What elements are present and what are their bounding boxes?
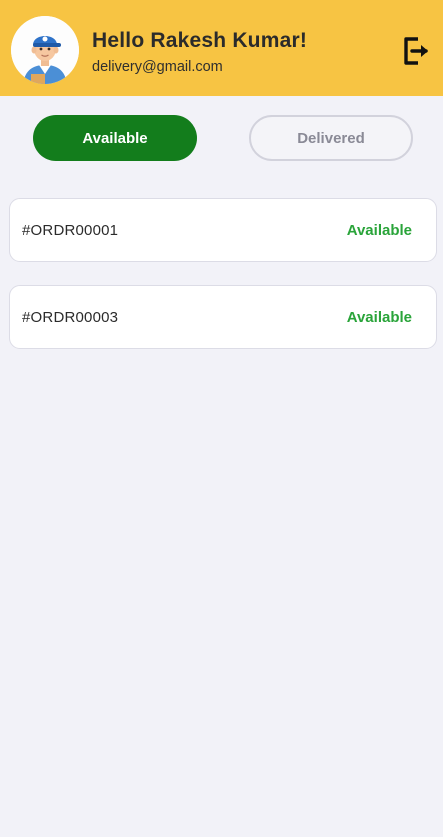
delivery-man-avatar-icon xyxy=(11,16,79,84)
tab-delivered[interactable]: Delivered xyxy=(249,115,413,161)
avatar xyxy=(11,16,79,84)
order-id: #ORDR00003 xyxy=(22,309,119,326)
app-header: Hello Rakesh Kumar! delivery@gmail.com xyxy=(0,0,443,96)
logout-button[interactable] xyxy=(401,35,431,67)
order-card[interactable]: #ORDR00001 Available xyxy=(9,198,437,262)
greeting-title: Hello Rakesh Kumar! xyxy=(92,29,308,52)
user-email: delivery@gmail.com xyxy=(92,59,223,75)
order-card[interactable]: #ORDR00003 Available xyxy=(9,285,437,349)
order-status: Available xyxy=(346,222,412,239)
order-id: #ORDR00001 xyxy=(22,222,119,239)
logout-icon xyxy=(404,37,428,65)
order-status: Available xyxy=(346,309,412,326)
tab-available[interactable]: Available xyxy=(33,115,197,161)
